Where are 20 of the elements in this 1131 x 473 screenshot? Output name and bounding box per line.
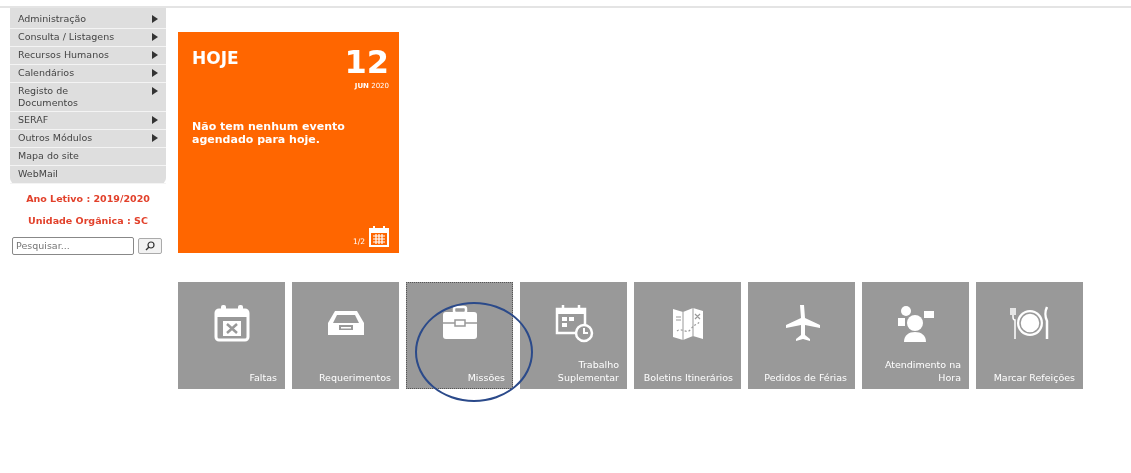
no-events-message: Não tem nenhum evento agendado para hoje.	[192, 119, 346, 146]
menu-item[interactable]: Administração	[10, 11, 166, 29]
search-field[interactable]: Pesquisar...	[12, 236, 134, 255]
card-title: HOJE	[192, 47, 239, 70]
menu-item[interactable]: Consulta / Listagens	[10, 29, 166, 47]
people-chat-icon	[895, 303, 936, 343]
day-number: 12	[344, 46, 389, 78]
search-icon	[145, 240, 155, 251]
unit-label: Unidade Orgânica : SC	[27, 214, 149, 229]
calendar-clock-icon	[553, 303, 594, 343]
menu-item[interactable]: SERAF	[10, 112, 166, 130]
search-button[interactable]	[138, 237, 162, 254]
menu-item[interactable]: Recursos Humanos	[10, 47, 166, 65]
menu-item[interactable]: Mapa do site	[10, 148, 166, 166]
menu-item[interactable]: Registo de Documentos	[10, 83, 166, 112]
menu-item[interactable]: Outros Módulos	[10, 130, 166, 148]
menu-item[interactable]: WebMail	[10, 166, 166, 184]
calendar-icon[interactable]	[369, 225, 389, 247]
menu-item[interactable]: Calendários	[10, 65, 166, 83]
school-year-label: Ano Letivo : 2019/2020	[25, 192, 151, 206]
